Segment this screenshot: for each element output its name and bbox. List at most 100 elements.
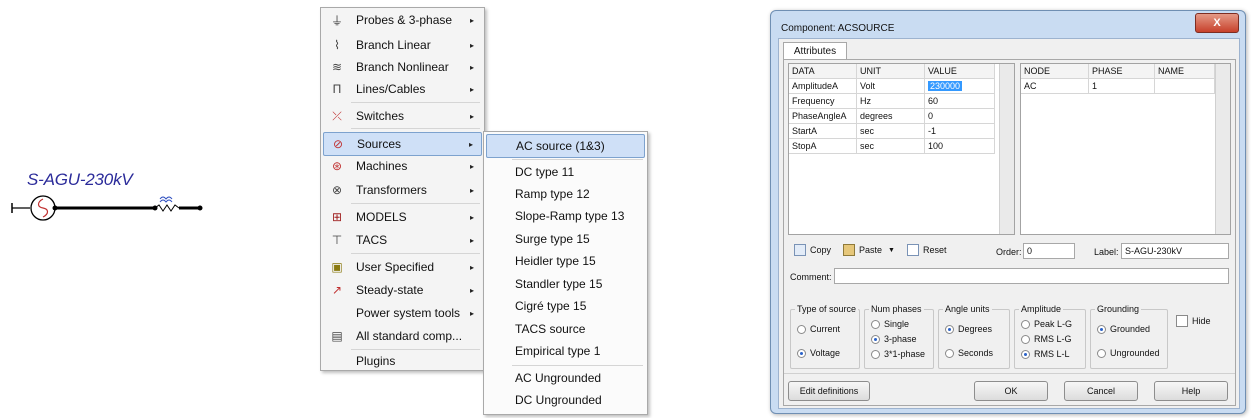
data-grid-scrollbar[interactable] — [999, 64, 1014, 234]
radio-rms-ll[interactable]: RMS L-L — [1021, 349, 1070, 359]
menu-separator — [351, 102, 480, 103]
name-cell[interactable] — [1155, 79, 1215, 94]
submenu-arrow-icon: ▸ — [469, 139, 474, 149]
column-header-phase[interactable]: PHASE — [1089, 64, 1155, 79]
divider — [784, 373, 1235, 374]
radio-seconds[interactable]: Seconds — [945, 348, 993, 358]
menu-item-power-system-tools[interactable]: Power system tools ▸ — [323, 302, 482, 324]
data-cell-unit: sec — [857, 124, 925, 139]
radio-single[interactable]: Single — [871, 319, 909, 329]
data-cell-unit: degrees — [857, 109, 925, 124]
dialog-client-area: Attributes DATA UNIT VALUE AmplitudeA Vo… — [778, 38, 1240, 409]
menu-item-steady-state[interactable]: ↗ Steady-state ▸ — [323, 279, 482, 301]
radio-peak-lg[interactable]: Peak L-G — [1021, 319, 1072, 329]
radio-3-phase[interactable]: 3-phase — [871, 334, 917, 344]
column-header-data[interactable]: DATA — [789, 64, 857, 79]
all-standard-icon: ▤ — [331, 329, 343, 343]
schematic-component[interactable]: S-AGU-230kV — [10, 170, 210, 240]
amplitude-group: Amplitude Peak L-G RMS L-G RMS L-L — [1014, 304, 1086, 369]
column-header-name[interactable]: NAME — [1155, 64, 1215, 79]
radio-grounded[interactable]: Grounded — [1097, 324, 1150, 334]
label-label: Label: — [1094, 247, 1119, 257]
submenu-item-tacs-source[interactable]: TACS source — [486, 318, 645, 340]
comment-input[interactable] — [834, 268, 1229, 284]
menu-item-sources[interactable]: ⊘ Sources ▸ — [323, 132, 482, 156]
radio-voltage[interactable]: Voltage — [797, 348, 840, 358]
submenu-item-heidler-type-15[interactable]: Heidler type 15 — [486, 250, 645, 272]
order-input[interactable]: 0 — [1023, 243, 1075, 259]
menu-item-branch-linear[interactable]: ⌇ Branch Linear ▸ — [323, 34, 482, 56]
radio-degrees[interactable]: Degrees — [945, 324, 992, 334]
reset-button[interactable]: Reset — [906, 244, 946, 256]
tab-attributes[interactable]: Attributes — [783, 42, 847, 60]
submenu-item-cigre-type-15[interactable]: Cigré type 15 — [486, 295, 645, 317]
submenu-arrow-icon: ▸ — [470, 161, 475, 171]
menu-item-probes[interactable]: ⏚ Probes & 3-phase ▸ — [323, 9, 482, 31]
dropdown-arrow-icon[interactable]: ▼ — [888, 247, 895, 254]
ac-source-symbol[interactable] — [10, 190, 210, 230]
menu-item-tacs[interactable]: ⊤ TACS ▸ — [323, 229, 482, 251]
close-button[interactable]: X — [1195, 13, 1239, 33]
cancel-button[interactable]: Cancel — [1064, 381, 1138, 401]
help-button[interactable]: Help — [1154, 381, 1228, 401]
copy-button[interactable]: Copy — [794, 244, 831, 256]
submenu-item-dc-ungrounded[interactable]: DC Ungrounded — [486, 389, 645, 411]
comment-label: Comment: — [790, 272, 832, 282]
selected-value-text[interactable]: 230000 — [928, 81, 963, 91]
ok-button[interactable]: OK — [974, 381, 1048, 401]
menu-item-lines-cables[interactable]: Π Lines/Cables ▸ — [323, 78, 482, 100]
switch-icon: ⤫ — [332, 108, 342, 123]
machine-icon: ⊛ — [331, 159, 343, 173]
submenu-arrow-icon: ▸ — [470, 15, 475, 25]
submenu-item-ramp-type-12[interactable]: Ramp type 12 — [486, 183, 645, 205]
submenu-arrow-icon: ▸ — [470, 40, 475, 50]
column-header-value[interactable]: VALUE — [925, 64, 995, 79]
radio-current[interactable]: Current — [797, 324, 840, 334]
angle-units-group: Angle units Degrees Seconds — [938, 304, 1010, 369]
submenu-item-ac-source[interactable]: AC source (1&3) — [486, 134, 645, 158]
source-icon: ⊘ — [332, 137, 344, 151]
probe-icon: ⏚ — [330, 13, 343, 28]
radio-ungrounded[interactable]: Ungrounded — [1097, 348, 1160, 358]
data-cell-value[interactable]: 100 — [925, 139, 995, 154]
radio-rms-lg[interactable]: RMS L-G — [1021, 334, 1072, 344]
grid-toolbar: Copy Paste ▼ Reset — [794, 244, 958, 256]
data-cell-value-amplitude[interactable]: 230000 — [925, 79, 995, 94]
submenu-arrow-icon: ▸ — [470, 262, 475, 272]
submenu-item-ac-ungrounded[interactable]: AC Ungrounded — [486, 367, 645, 389]
data-cell-value[interactable]: -1 — [925, 124, 995, 139]
edit-definitions-button[interactable]: Edit definitions — [788, 381, 870, 401]
menu-item-transformers[interactable]: ⊗ Transformers ▸ — [323, 179, 482, 201]
hide-checkbox[interactable]: Hide — [1176, 315, 1211, 327]
order-label: Order: — [996, 247, 1022, 257]
branch-linear-icon: ⌇ — [334, 38, 340, 52]
lines-cables-icon: Π — [332, 82, 342, 96]
menu-item-user-specified[interactable]: ▣ User Specified ▸ — [323, 256, 482, 278]
menu-item-all-standard[interactable]: ▤ All standard comp... — [323, 325, 482, 347]
menu-item-branch-nonlinear[interactable]: ≋ Branch Nonlinear ▸ — [323, 56, 482, 78]
menu-separator — [512, 365, 643, 366]
submenu-item-dc-type-11[interactable]: DC type 11 — [486, 161, 645, 183]
node-grid-scrollbar[interactable] — [1215, 64, 1230, 234]
submenu-item-slope-ramp[interactable]: Slope-Ramp type 13 — [486, 205, 645, 227]
submenu-item-empirical-type-1[interactable]: Empirical type 1 — [486, 340, 645, 362]
data-cell-name: Frequency — [789, 94, 857, 109]
label-input[interactable]: S-AGU-230kV — [1121, 243, 1229, 259]
menu-item-plugins[interactable]: Plugins — [323, 350, 482, 372]
data-cell-name: StartA — [789, 124, 857, 139]
data-cell-value[interactable]: 0 — [925, 109, 995, 124]
menu-item-machines[interactable]: ⊛ Machines ▸ — [323, 155, 482, 177]
submenu-item-surge-type-15[interactable]: Surge type 15 — [486, 228, 645, 250]
menu-item-models[interactable]: ⊞ MODELS ▸ — [323, 206, 482, 228]
num-phases-group: Num phases Single 3-phase 3*1-phase — [864, 304, 934, 369]
paste-icon — [843, 244, 856, 256]
data-cell-value[interactable]: 60 — [925, 94, 995, 109]
column-header-node[interactable]: NODE — [1021, 64, 1089, 79]
dialog-title: Component: ACSOURCE — [781, 23, 895, 34]
data-cell-name: StopA — [789, 139, 857, 154]
paste-button[interactable]: Paste ▼ — [843, 244, 895, 256]
radio-3x1-phase[interactable]: 3*1-phase — [871, 349, 925, 359]
column-header-unit[interactable]: UNIT — [857, 64, 925, 79]
menu-item-switches[interactable]: ⤫ Switches ▸ — [323, 105, 482, 127]
submenu-item-standler-type-15[interactable]: Standler type 15 — [486, 273, 645, 295]
